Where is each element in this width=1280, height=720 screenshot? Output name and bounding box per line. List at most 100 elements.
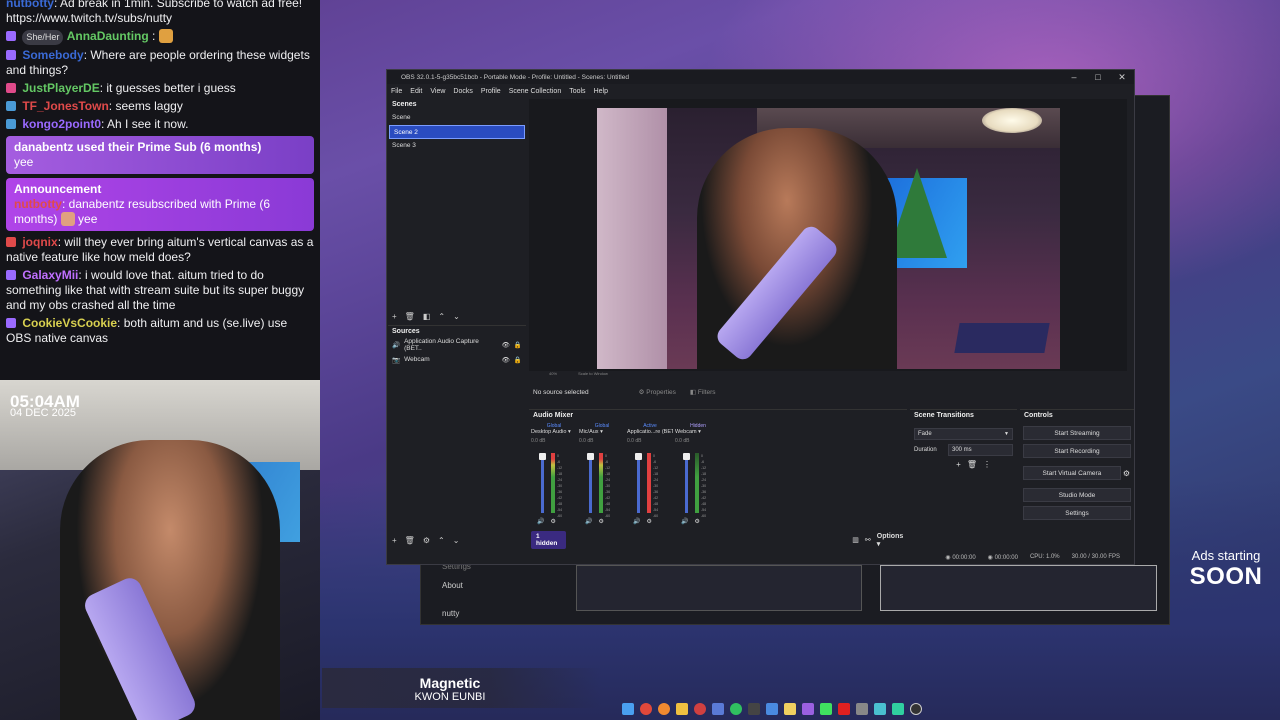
app-icon[interactable] <box>856 703 868 715</box>
chat-username[interactable]: nutbotty <box>6 0 54 10</box>
transition-select[interactable]: Fade ▼ <box>914 428 1013 440</box>
gear-icon[interactable]: ⚙ <box>1123 469 1130 478</box>
trash-icon[interactable]: 🗑 <box>405 312 415 321</box>
fader-knob[interactable] <box>683 453 690 460</box>
bg-user-item[interactable]: nutty <box>442 609 459 618</box>
fader-knob[interactable] <box>635 453 642 460</box>
mixer-link-icon[interactable]: ⚯ <box>865 536 871 544</box>
source-item[interactable]: 🔊 Application Audio Capture (BET.. 👁 🔒 <box>388 337 526 352</box>
chat-username[interactable]: GalaxyMii <box>22 268 78 282</box>
volume-fader[interactable] <box>541 453 544 513</box>
settings-button[interactable]: Settings <box>1023 506 1131 520</box>
app-icon[interactable] <box>712 703 724 715</box>
menu-file[interactable]: File <box>391 88 402 95</box>
preview-canvas[interactable] <box>529 99 1127 371</box>
menu-profile[interactable]: Profile <box>481 88 501 95</box>
hidden-badge[interactable]: 1 hidden <box>531 531 567 549</box>
firefox-icon[interactable] <box>658 703 670 715</box>
chat-username[interactable]: AnnaDaunting <box>67 29 149 43</box>
mute-icon[interactable]: 🔊 <box>681 518 688 525</box>
mixer-channel-name[interactable]: Webcam ▾ <box>675 429 721 438</box>
filters-button[interactable]: ◧ Filters <box>690 388 716 396</box>
options-button[interactable]: Options ▾ <box>877 533 907 548</box>
move-up-icon[interactable]: ⌃ <box>438 536 445 545</box>
mute-icon[interactable]: 🔊 <box>633 518 640 525</box>
kick-icon[interactable] <box>820 703 832 715</box>
duration-spinbox[interactable]: 300 ms <box>948 444 1013 456</box>
eye-icon[interactable]: 👁 <box>502 341 510 349</box>
volume-fader[interactable] <box>637 453 640 513</box>
properties-button[interactable]: ⚙ Properties <box>639 388 676 396</box>
lock-icon[interactable]: 🔒 <box>514 356 522 364</box>
mute-icon[interactable]: 🔊 <box>585 518 592 525</box>
add-icon[interactable]: + <box>392 312 397 321</box>
add-icon[interactable]: + <box>392 536 397 545</box>
obs-titlebar[interactable]: OBS 32.0.1-5-g35bc51bcb - Portable Mode … <box>387 70 1134 84</box>
menu-scene-collection[interactable]: Scene Collection <box>509 88 562 95</box>
youtube-icon[interactable] <box>838 703 850 715</box>
scene-item-selected[interactable]: Scene 2 <box>389 125 525 139</box>
mixer-layout-icon[interactable]: ▥ <box>852 536 859 544</box>
move-down-icon[interactable]: ⌄ <box>453 536 460 545</box>
more-icon[interactable]: ⋮ <box>983 460 991 469</box>
maximize-icon[interactable]: □ <box>1086 70 1110 84</box>
mixer-channel-name[interactable]: Desktop Audio ▾ <box>531 429 577 438</box>
move-up-icon[interactable]: ⌃ <box>438 312 445 321</box>
chat-username[interactable]: kongo2point0 <box>22 117 101 131</box>
close-icon[interactable]: ✕ <box>1110 70 1134 84</box>
menu-help[interactable]: Help <box>594 88 608 95</box>
obs-icon[interactable] <box>910 703 922 715</box>
start-streaming-button[interactable]: Start Streaming <box>1023 426 1131 440</box>
menu-tools[interactable]: Tools <box>569 88 585 95</box>
app-icon[interactable] <box>874 703 886 715</box>
fader-knob[interactable] <box>539 453 546 460</box>
start-recording-button[interactable]: Start Recording <box>1023 444 1131 458</box>
windows-start-icon[interactable] <box>622 703 634 715</box>
menu-docks[interactable]: Docks <box>453 88 472 95</box>
start-virtual-camera-button[interactable]: Start Virtual Camera <box>1023 466 1121 480</box>
gear-icon[interactable]: ⚙ <box>598 518 603 525</box>
trash-icon[interactable]: 🗑 <box>967 460 977 469</box>
chrome-icon[interactable] <box>640 703 652 715</box>
chat-username[interactable]: CookieVsCookie <box>22 316 117 330</box>
app-icon[interactable] <box>892 703 904 715</box>
gear-icon[interactable]: ⚙ <box>423 536 430 545</box>
folder-icon[interactable] <box>676 703 688 715</box>
mixer-channel-name[interactable]: Applicatio...re (BETA) ▾ <box>627 429 673 438</box>
app-icon[interactable] <box>748 703 760 715</box>
mute-icon[interactable]: 🔊 <box>537 518 544 525</box>
menu-edit[interactable]: Edit <box>410 88 422 95</box>
gear-icon[interactable]: ⚙ <box>646 518 651 525</box>
move-down-icon[interactable]: ⌄ <box>453 312 460 321</box>
volume-fader[interactable] <box>589 453 592 513</box>
chat-username[interactable]: Somebody <box>22 48 83 62</box>
eye-icon[interactable]: 👁 <box>502 356 510 364</box>
menu-view[interactable]: View <box>430 88 445 95</box>
gear-icon[interactable]: ⚙ <box>550 518 555 525</box>
gear-icon[interactable]: ⚙ <box>694 518 699 525</box>
spotify-icon[interactable] <box>730 703 742 715</box>
volume-fader[interactable] <box>685 453 688 513</box>
chat-username[interactable]: joqnix <box>22 235 57 249</box>
app-icon[interactable] <box>802 703 814 715</box>
app-icon[interactable] <box>694 703 706 715</box>
studio-mode-button[interactable]: Studio Mode <box>1023 488 1131 502</box>
chat-username[interactable]: TF_JonesTown <box>22 99 108 113</box>
chat-username[interactable]: JustPlayerDE <box>22 81 99 95</box>
source-item[interactable]: 📷 Webcam 👁 🔒 <box>388 352 526 367</box>
bg-about-item[interactable]: About <box>442 581 463 590</box>
add-icon[interactable]: + <box>956 460 961 469</box>
minimize-icon[interactable]: – <box>1062 70 1086 84</box>
lock-icon[interactable]: 🔒 <box>514 341 522 349</box>
notes-icon[interactable] <box>784 703 796 715</box>
preview-scale[interactable]: Scale to Window <box>578 371 608 376</box>
fader-knob[interactable] <box>587 453 594 460</box>
scene-item[interactable]: Scene 3 <box>388 139 526 153</box>
trash-icon[interactable]: 🗑 <box>405 536 415 545</box>
chat-username[interactable]: nutbotty <box>14 197 62 211</box>
preview-zoom[interactable]: 40% <box>549 371 557 376</box>
mixer-channel-name[interactable]: Mic/Aux ▾ <box>579 429 625 438</box>
app-icon[interactable] <box>766 703 778 715</box>
scene-item[interactable]: Scene <box>388 111 526 125</box>
filter-icon[interactable]: ◧ <box>423 312 431 321</box>
